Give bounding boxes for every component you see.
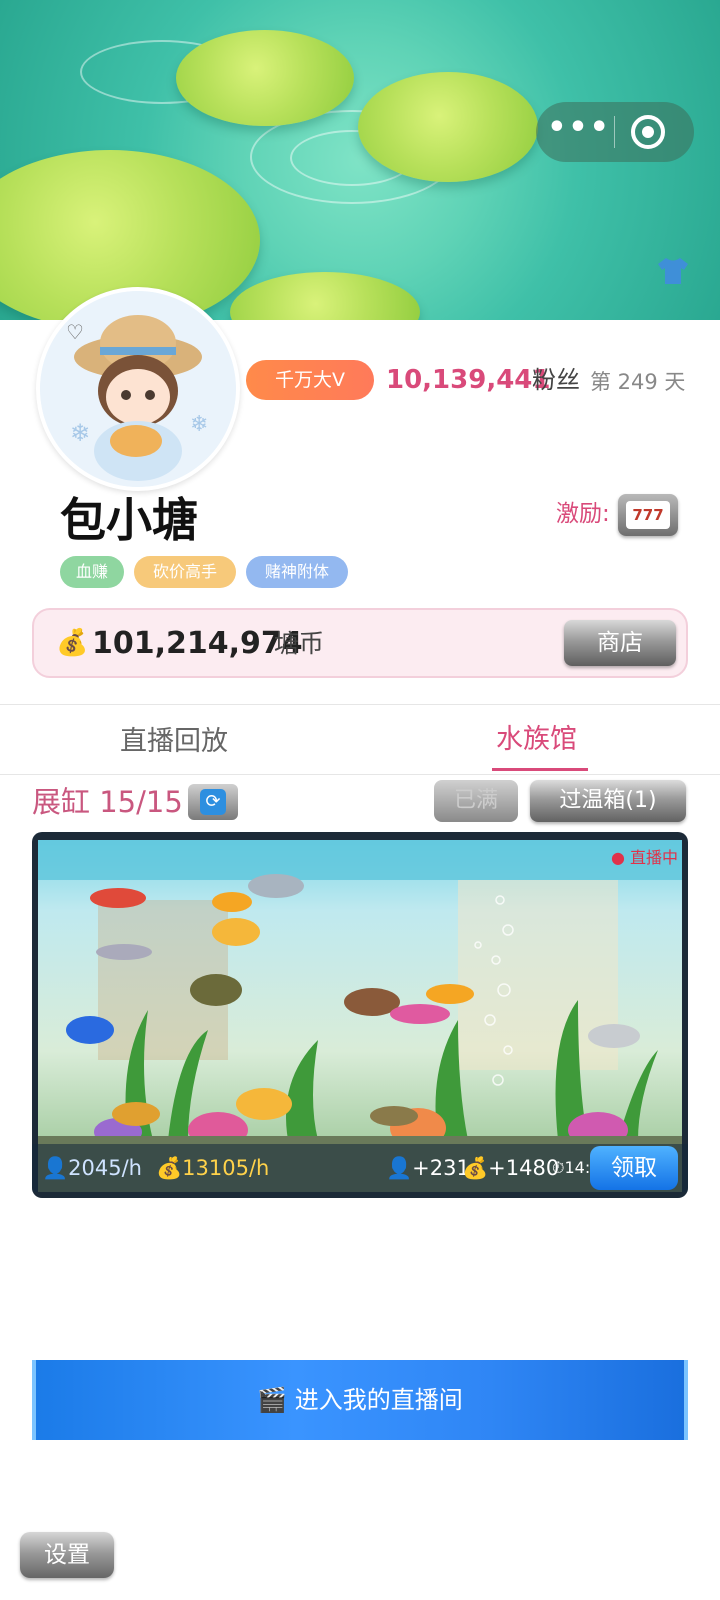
enter-live-room-button[interactable]: 🎬 进入我的直播间 [32, 1360, 688, 1440]
tank-water [38, 840, 682, 1192]
user-icon: 👤 [386, 1156, 413, 1180]
incubator-button[interactable]: 过温箱(1) [530, 780, 686, 822]
coins-gain: 💰+1480 [462, 1144, 559, 1192]
enter-live-room-label: 进入我的直播间 [294, 1386, 463, 1414]
coins-rate: 💰13105/h [156, 1144, 269, 1192]
clock-icon: ⏱ [552, 1158, 565, 1177]
day-counter: 第 249 天 [590, 370, 686, 394]
refresh-icon: ⟳ [200, 789, 226, 815]
shirt-icon[interactable] [656, 256, 690, 286]
tab-live-replay[interactable]: 直播回放 [120, 720, 228, 764]
shop-button[interactable]: 商店 [564, 620, 676, 666]
divider [0, 774, 720, 775]
coin-amount: 101,214,974 [92, 626, 303, 661]
tab-aquarium[interactable]: 水族馆 [496, 718, 577, 762]
money-bag-icon: 💰 [56, 628, 89, 658]
avatar[interactable]: ❄ ❄ ♡ [36, 287, 240, 491]
lily-pad [358, 72, 538, 182]
coins-rate-value: 13105/h [182, 1156, 270, 1180]
user-icon: 👤 [42, 1156, 69, 1180]
capsule-divider [614, 116, 615, 148]
settings-button[interactable]: 设置 [20, 1532, 114, 1578]
svg-text:❄: ❄ [70, 419, 90, 447]
viewers-rate: 👤2045/h [42, 1144, 142, 1192]
tab-active-indicator [492, 768, 588, 771]
viewers-gain: 👤+231 [386, 1144, 470, 1192]
tag-badge: 赌神附体 [246, 556, 348, 588]
target-circle-icon[interactable] [628, 112, 668, 152]
claim-button[interactable]: 领取 [590, 1146, 678, 1190]
fans-label: 粉丝 [532, 366, 580, 394]
more-dots-icon[interactable]: ••• [544, 102, 614, 162]
user-name: 包小塘 [60, 493, 198, 547]
slot-machine-777-icon[interactable]: 777 [618, 494, 678, 536]
lily-pad [230, 272, 420, 320]
coin-unit: 塘币 [274, 629, 325, 658]
svg-text:❄: ❄ [190, 412, 208, 437]
live-indicator: ● 直播中 [610, 848, 678, 867]
coins-gain-value: +1480 [488, 1156, 560, 1180]
money-bag-icon: 💰 [156, 1156, 183, 1180]
camera-icon: 🎬 [257, 1386, 295, 1414]
tag-badge: 砍价高手 [134, 556, 236, 588]
tag-badge: 血赚 [60, 556, 124, 588]
refresh-button[interactable]: ⟳ [188, 784, 238, 820]
tank-stats-bar: 👤2045/h 💰13105/h 👤+231 💰+1480 ⏱14:20 领取 [32, 1144, 688, 1192]
vip-badge: 千万大V [246, 360, 374, 400]
tank-full-button[interactable]: 已满 [434, 780, 518, 822]
reward-label: 激励: [556, 501, 610, 527]
tank-scene [38, 840, 682, 1192]
svg-text:♡: ♡ [66, 320, 84, 344]
viewers-rate-value: 2045/h [68, 1156, 142, 1180]
tank-count-label: 展缸 15/15 [32, 785, 183, 819]
divider [0, 704, 720, 705]
lily-pad [176, 30, 354, 126]
money-bag-icon: 💰 [462, 1156, 489, 1180]
fans-count: 10,139,441 [386, 365, 551, 395]
mini-program-capsule: ••• [536, 102, 694, 162]
wallet-card: 💰 101,214,974 塘币 商店 [32, 608, 688, 678]
header-banner: ••• [0, 0, 720, 320]
aquarium-tank[interactable]: ● 直播中 👤2045/h 💰13105/h 👤+231 💰+1480 ⏱14:… [32, 832, 688, 1198]
